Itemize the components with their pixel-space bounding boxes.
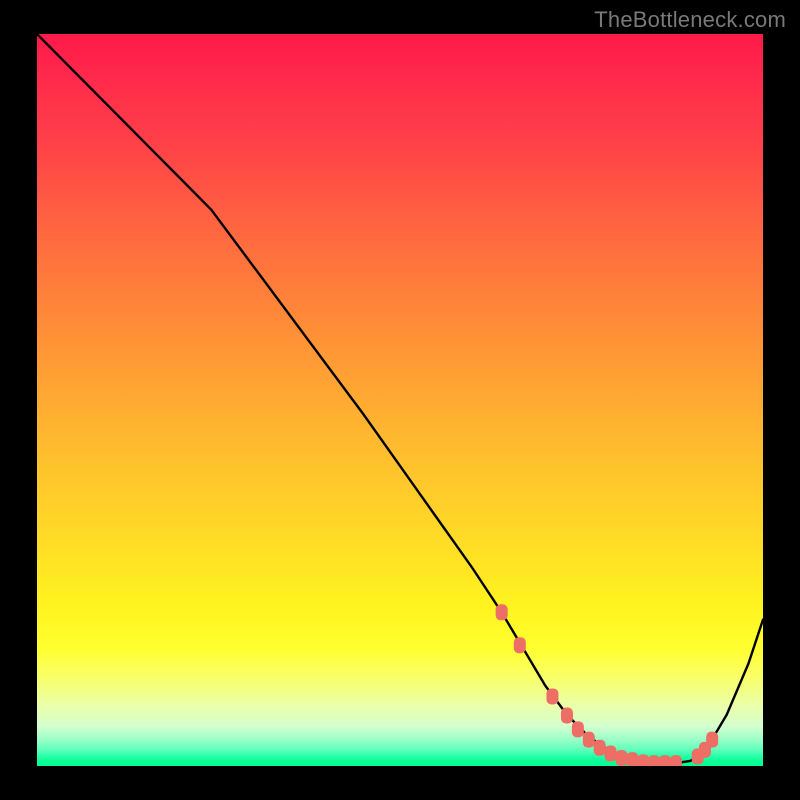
marker-point (594, 740, 606, 756)
marker-point (626, 752, 638, 766)
highlight-markers (496, 604, 719, 766)
marker-point (546, 688, 558, 704)
marker-point (496, 604, 508, 620)
marker-point (561, 707, 573, 723)
bottleneck-curve-line (37, 34, 763, 763)
marker-point (514, 637, 526, 653)
marker-point (648, 755, 660, 766)
watermark-label: TheBottleneck.com (594, 7, 786, 33)
marker-point (572, 721, 584, 737)
marker-point (706, 732, 718, 748)
marker-point (659, 755, 671, 766)
marker-point (615, 750, 627, 766)
plot-area (37, 34, 763, 766)
marker-point (637, 754, 649, 766)
curve-layer (37, 34, 763, 766)
marker-point (670, 755, 682, 766)
marker-point (583, 732, 595, 748)
chart-frame: TheBottleneck.com (0, 0, 800, 800)
marker-point (605, 746, 617, 762)
